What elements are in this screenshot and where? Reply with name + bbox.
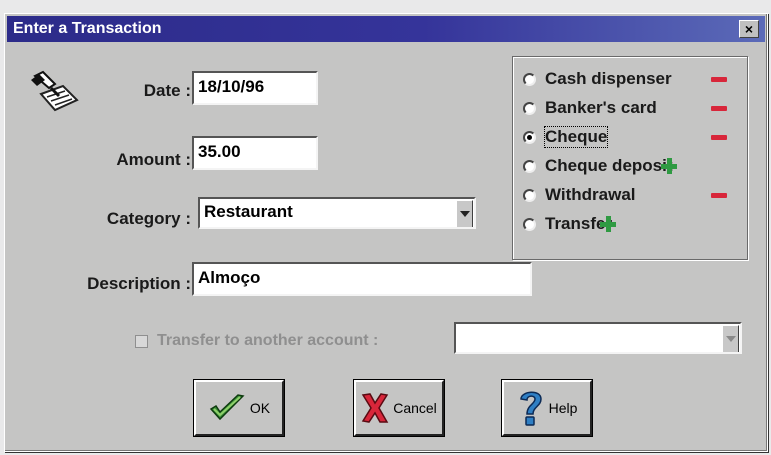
close-button[interactable]: × <box>739 20 759 38</box>
category-label: Category : <box>106 209 191 228</box>
radio-button-selected[interactable] <box>523 130 536 144</box>
chevron-down-icon <box>725 336 736 342</box>
question-mark-icon <box>519 391 542 426</box>
date-field[interactable]: 18/10/96 <box>192 71 318 105</box>
radio-cash-dispenser[interactable]: Cash dispenser <box>523 67 739 91</box>
amount-label: Amount : <box>116 150 191 169</box>
transfer-checkbox[interactable] <box>135 334 148 348</box>
radio-label: Withdrawal <box>545 185 636 204</box>
amount-field[interactable]: 35.00 <box>192 136 318 170</box>
dialog-title: Enter a Transaction <box>13 20 162 37</box>
radio-withdrawal[interactable]: Withdrawal <box>523 183 739 207</box>
description-label: Description : <box>87 274 191 293</box>
title-bar: Enter a Transaction × <box>7 16 765 42</box>
category-select[interactable]: Restaurant <box>198 197 476 229</box>
cancel-label: Cancel <box>393 400 437 416</box>
ok-label: OK <box>249 400 271 416</box>
checkmark-icon <box>209 394 245 421</box>
category-dropdown-button[interactable] <box>456 200 473 227</box>
plus-icon <box>660 158 677 174</box>
radio-label: Cash dispenser <box>545 69 672 88</box>
close-icon: × <box>744 21 754 37</box>
radio-button[interactable] <box>523 101 536 115</box>
transaction-type-group: Cash dispenser Banker's card Cheque Cheq… <box>512 56 748 260</box>
radio-label: Cheque deposit <box>545 156 673 175</box>
cancel-button[interactable]: Cancel <box>354 380 444 436</box>
help-button[interactable]: Help <box>502 380 592 436</box>
radio-cheque-deposit[interactable]: Cheque deposit <box>523 154 739 178</box>
chevron-down-icon <box>459 211 470 217</box>
radio-label: Banker's card <box>545 98 657 117</box>
radio-bankers-card[interactable]: Banker's card <box>523 96 739 120</box>
radio-button[interactable] <box>523 217 536 231</box>
pen-pad-icon <box>29 70 81 114</box>
minus-icon <box>711 76 727 82</box>
transfer-account-select[interactable] <box>454 322 742 354</box>
radio-button[interactable] <box>523 72 536 86</box>
plus-icon <box>600 216 617 232</box>
radio-transfer[interactable]: Transfer <box>523 212 739 236</box>
minus-icon <box>711 134 727 140</box>
date-label: Date : <box>143 81 191 100</box>
transaction-dialog: Enter a Transaction × Date : 18/10/96 Am… <box>4 13 768 452</box>
description-field[interactable]: Almoço <box>192 262 532 296</box>
minus-icon <box>711 192 727 198</box>
radio-button[interactable] <box>523 159 536 173</box>
transfer-label: Transfer to another account : <box>157 332 379 349</box>
radio-label: Cheque <box>543 126 609 148</box>
transfer-checkbox-row[interactable]: Transfer to another account : <box>135 332 378 350</box>
x-icon <box>361 393 389 423</box>
radio-button[interactable] <box>523 188 536 202</box>
help-label: Help <box>548 400 578 416</box>
ok-button[interactable]: OK <box>194 380 284 436</box>
radio-cheque[interactable]: Cheque <box>523 125 739 149</box>
transfer-dropdown-button[interactable] <box>722 325 739 352</box>
category-value: Restaurant <box>204 202 293 221</box>
minus-icon <box>711 105 727 111</box>
